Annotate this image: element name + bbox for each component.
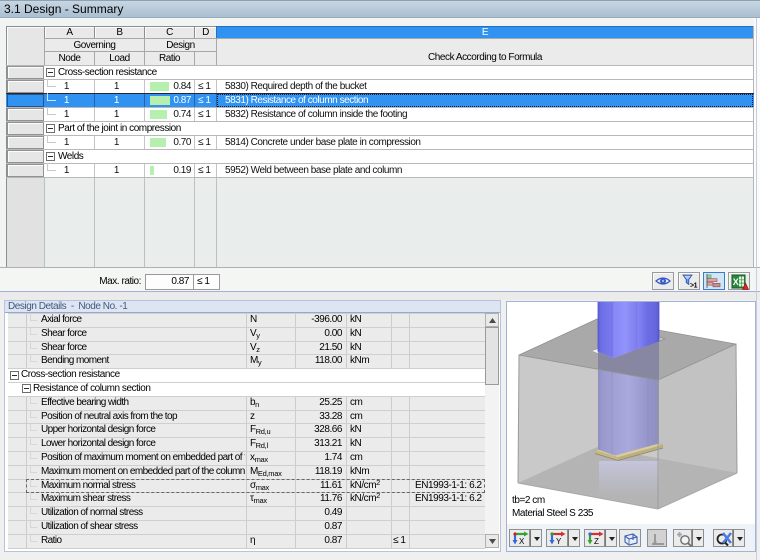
svg-text:>1: >1 (690, 283, 698, 290)
svg-text:X: X (519, 537, 525, 546)
svg-text:X: X (733, 277, 739, 287)
svg-text:Y: Y (556, 537, 562, 546)
svg-text:Z: Z (594, 537, 599, 546)
